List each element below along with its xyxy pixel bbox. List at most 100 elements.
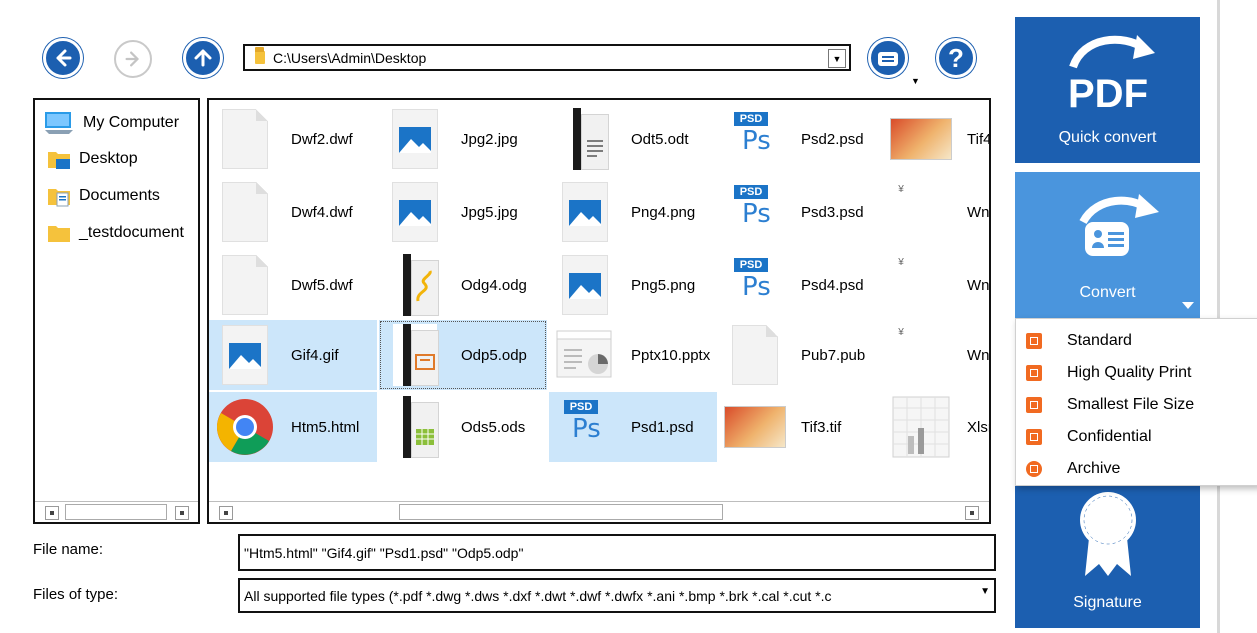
convert-icon	[1078, 194, 1159, 256]
back-arrow-icon	[56, 49, 72, 67]
back-button[interactable]	[43, 38, 83, 78]
print-icon	[1026, 365, 1042, 381]
up-arrow-icon	[194, 49, 212, 67]
file-item-selected[interactable]: PSD Ps Psd1.psd	[549, 392, 717, 462]
file-name: Dwf5.dwf	[291, 276, 353, 294]
file-item[interactable]: Xlsn	[885, 392, 989, 462]
file-type-select[interactable]: All supported file types (*.pdf *.dwg *.…	[238, 578, 996, 613]
file-name: Tif3.tif	[801, 418, 842, 436]
desktop-folder-icon	[48, 152, 70, 169]
xlsm-file-icon	[892, 396, 950, 458]
file-item[interactable]: Dwf5.dwf	[209, 250, 377, 320]
chrome-icon	[217, 399, 273, 455]
menu-item-smallest-file-size[interactable]: Smallest File Size	[1016, 389, 1257, 421]
file-item[interactable]: PSD Ps Psd4.psd	[719, 250, 887, 320]
file-item[interactable]: Dwf4.dwf	[209, 177, 377, 247]
folder-icon	[255, 47, 265, 64]
file-item[interactable]: PSD Ps Psd3.psd	[719, 177, 887, 247]
file-name: Tif4	[967, 130, 991, 148]
scroll-right-button[interactable]	[965, 506, 979, 520]
file-name-label: File name:	[33, 541, 104, 558]
convert-dropdown-icon[interactable]	[1182, 302, 1194, 309]
file-item[interactable]: Png5.png	[549, 250, 717, 320]
file-list-panel[interactable]: Dwf2.dwf Dwf4.dwf Dwf5.dwf Gif4.gif Htm5…	[207, 98, 991, 524]
file-name: Dwf4.dwf	[291, 203, 353, 221]
tree-item-label: My Computer	[83, 114, 180, 131]
tree-item-my-computer[interactable]: My Computer	[43, 110, 179, 136]
up-button[interactable]	[183, 38, 223, 78]
file-item[interactable]: Odg4.odg	[379, 250, 547, 320]
scroll-thumb[interactable]	[399, 504, 723, 520]
view-dropdown-icon[interactable]: ▼	[911, 76, 920, 86]
file-name: Htm5.html	[291, 418, 360, 436]
menu-item-label: Archive	[1067, 460, 1121, 477]
forward-button[interactable]	[114, 40, 152, 78]
psd-file-icon: PSD Ps	[730, 183, 780, 241]
file-item[interactable]: ¥ Wn	[885, 250, 989, 320]
file-name: Odg4.odg	[461, 276, 527, 294]
blank-file-icon	[222, 182, 268, 242]
menu-item-standard[interactable]: Standard	[1016, 325, 1257, 357]
tree-horizontal-scrollbar[interactable]	[35, 501, 198, 522]
file-item[interactable]: ¥ Wn	[885, 320, 989, 390]
file-name-input[interactable]: "Htm5.html" "Gif4.gif" "Psd1.psd" "Odp5.…	[238, 534, 996, 571]
wmf-file-icon: ¥	[898, 256, 904, 268]
file-name: Psd4.psd	[801, 276, 864, 294]
menu-item-archive[interactable]: Archive	[1016, 453, 1257, 485]
file-name: Ods5.ods	[461, 418, 526, 436]
file-item[interactable]: Dwf2.dwf	[209, 104, 377, 174]
wmf-file-icon: ¥	[898, 183, 904, 195]
blank-file-icon	[222, 109, 268, 169]
help-icon: ?	[948, 42, 964, 73]
file-item[interactable]: Jpg5.jpg	[379, 177, 547, 247]
tree-item-label: Documents	[79, 187, 160, 204]
file-item[interactable]: PSD Ps Psd2.psd	[719, 104, 887, 174]
scroll-left-button[interactable]	[219, 506, 233, 520]
compress-icon	[1026, 397, 1042, 413]
file-type-value: All supported file types (*.pdf *.dwg *.…	[244, 587, 832, 604]
file-item[interactable]: Tif3.tif	[719, 392, 887, 462]
files-of-type-label: Files of type:	[33, 586, 119, 603]
file-item[interactable]: Png4.png	[549, 177, 717, 247]
file-item-selected[interactable]: Gif4.gif	[209, 320, 377, 390]
tif-image-icon	[724, 406, 786, 448]
menu-item-confidential[interactable]: Confidential	[1016, 421, 1257, 453]
scroll-thumb[interactable]	[65, 504, 167, 520]
path-combobox[interactable]: C:\Users\Admin\Desktop ▼	[243, 44, 851, 71]
blank-file-icon	[732, 325, 778, 385]
psd-file-icon: PSD Ps	[730, 256, 780, 314]
tree-item-documents[interactable]: Documents	[47, 185, 160, 207]
file-item[interactable]: Tif4	[885, 104, 991, 174]
menu-item-label: Confidential	[1067, 428, 1152, 445]
convert-button[interactable]: Convert	[1015, 172, 1200, 318]
odp-file-icon	[393, 324, 439, 386]
file-item[interactable]: ¥ Wn	[885, 177, 989, 247]
scroll-left-button[interactable]	[45, 506, 59, 520]
image-file-icon	[222, 325, 268, 385]
signature-button[interactable]: Signature	[1015, 480, 1200, 628]
tree-item-testdocument[interactable]: _testdocument	[47, 222, 184, 244]
file-item-selected[interactable]: Htm5.html	[209, 392, 377, 462]
file-horizontal-scrollbar[interactable]	[209, 501, 989, 522]
scroll-right-button[interactable]	[175, 506, 189, 520]
menu-item-high-quality-print[interactable]: High Quality Print	[1016, 357, 1257, 389]
signature-seal-icon	[1079, 492, 1136, 576]
view-options-button[interactable]	[868, 38, 908, 78]
image-file-icon	[562, 182, 608, 242]
chevron-down-icon: ▼	[980, 586, 990, 597]
file-item-selected[interactable]: Odp5.odp	[379, 320, 547, 390]
path-dropdown-arrow[interactable]: ▼	[828, 49, 846, 68]
quick-convert-button[interactable]: PDF Quick convert	[1015, 17, 1200, 163]
odg-file-icon	[393, 254, 439, 316]
file-item[interactable]: Jpg2.jpg	[379, 104, 547, 174]
file-item[interactable]: Odt5.odt	[549, 104, 717, 174]
folder-icon	[48, 226, 70, 242]
file-item[interactable]: Ods5.ods	[379, 392, 547, 462]
signature-label: Signature	[1073, 594, 1142, 611]
tree-item-desktop[interactable]: Desktop	[47, 148, 138, 170]
file-name-value: "Htm5.html" "Gif4.gif" "Psd1.psd" "Odp5.…	[244, 544, 524, 561]
help-button[interactable]: ?	[936, 38, 976, 78]
folder-tree-panel[interactable]: My Computer Desktop Documents _testdocum…	[33, 98, 200, 524]
file-item[interactable]: Pub7.pub	[719, 320, 887, 390]
file-item[interactable]: Pptx10.pptx	[549, 320, 717, 390]
